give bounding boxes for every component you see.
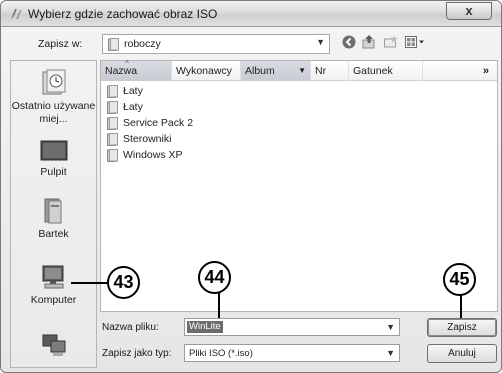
file-name: Łaty [123,101,143,113]
new-folder-icon[interactable] [383,34,399,50]
place-label: Bartek [38,228,69,240]
chevron-down-icon[interactable]: ▼ [386,348,395,358]
more-columns-icon[interactable]: » [483,61,489,81]
column-header-album[interactable]: Album ▼ [241,61,311,81]
save-in-label: Zapisz w: [38,38,83,50]
place-recent[interactable]: Ostatnio używane miej... [11,69,96,126]
filename-label: Nazwa pliku: [102,322,159,333]
column-label: Nr [315,65,327,77]
filename-input[interactable]: WinLite ▼ [184,318,400,336]
place-desktop[interactable]: Pulpit [11,139,96,179]
place-label: Ostatnio używane miej... [11,100,96,125]
save-iso-dialog: Wybierz gdzie zachować obraz ISO x Zapis… [0,0,502,373]
chevron-down-icon[interactable]: ▼ [386,322,395,332]
filetype-select[interactable]: Pliki ISO (*.iso) ▼ [184,344,400,362]
chevron-down-icon: ▼ [316,37,325,47]
file-name: Service Pack 2 [123,117,194,129]
location-dropdown[interactable]: roboczy ▼ [102,34,330,54]
network-icon [42,334,65,356]
app-icon [11,9,22,19]
column-header-row: Nazwa ^ Wykonawcy Album ▼ Nr Gatunek » [101,59,497,81]
callout-45-line [460,294,462,318]
file-name: Windows XP [123,149,183,161]
folder-icon [107,133,118,146]
column-label: Gatunek [353,65,393,77]
folder-icon [108,38,119,51]
place-label: Komputer [30,294,77,306]
place-label: Pulpit [40,166,67,178]
recent-places-icon [42,69,65,95]
location-bar: Zapisz w: roboczy ▼ [1,32,501,56]
callout-44-line [218,292,220,318]
window-title: Wybierz gdzie zachować obraz ISO [28,7,218,21]
column-label: Album [245,65,275,77]
folder-icon [107,149,118,162]
place-network[interactable] [11,333,96,362]
filetype-value: Pliki ISO (*.iso) [189,348,253,359]
column-label: Wykonawcy [176,65,232,77]
column-header-artists[interactable]: Wykonawcy [172,61,241,81]
close-button[interactable]: x [446,2,492,20]
filename-value: WinLite [187,321,223,333]
computer-icon [42,265,63,289]
callout-43: 43 [107,266,140,299]
cancel-button[interactable]: Anuluj [427,344,497,363]
location-value: roboczy [124,38,161,50]
folder-icon [107,101,118,114]
column-header-number[interactable]: Nr [311,61,349,81]
views-menu-icon[interactable] [404,34,426,50]
callout-44: 44 [198,261,231,294]
up-folder-icon[interactable] [361,34,377,50]
callout-45: 45 [443,263,476,296]
desktop-icon [40,140,67,161]
places-bar: Ostatnio używane miej... Pulpit Bartek K… [10,60,97,368]
sort-ascending-icon: ^ [125,59,129,68]
column-header-genre[interactable]: Gatunek [349,61,423,81]
place-user[interactable]: Bartek [11,197,96,241]
back-icon[interactable] [341,34,357,50]
callout-43-line [71,282,107,284]
save-button[interactable]: Zapisz [427,318,497,337]
filetype-label: Zapisz jako typ: [102,348,172,359]
folder-icon [107,117,118,130]
file-list[interactable]: Nazwa ^ Wykonawcy Album ▼ Nr Gatunek » Ł… [100,59,498,312]
user-folder-icon [44,198,61,224]
folder-icon [107,85,118,98]
chevron-down-icon[interactable]: ▼ [298,61,306,81]
title-bar: Wybierz gdzie zachować obraz ISO x [1,1,501,27]
place-computer[interactable]: Komputer [11,263,96,307]
column-header-name[interactable]: Nazwa ^ [101,59,172,81]
file-name: Sterowniki [123,133,172,145]
column-label: Nazwa [105,65,138,77]
file-name: Łaty [123,85,143,97]
